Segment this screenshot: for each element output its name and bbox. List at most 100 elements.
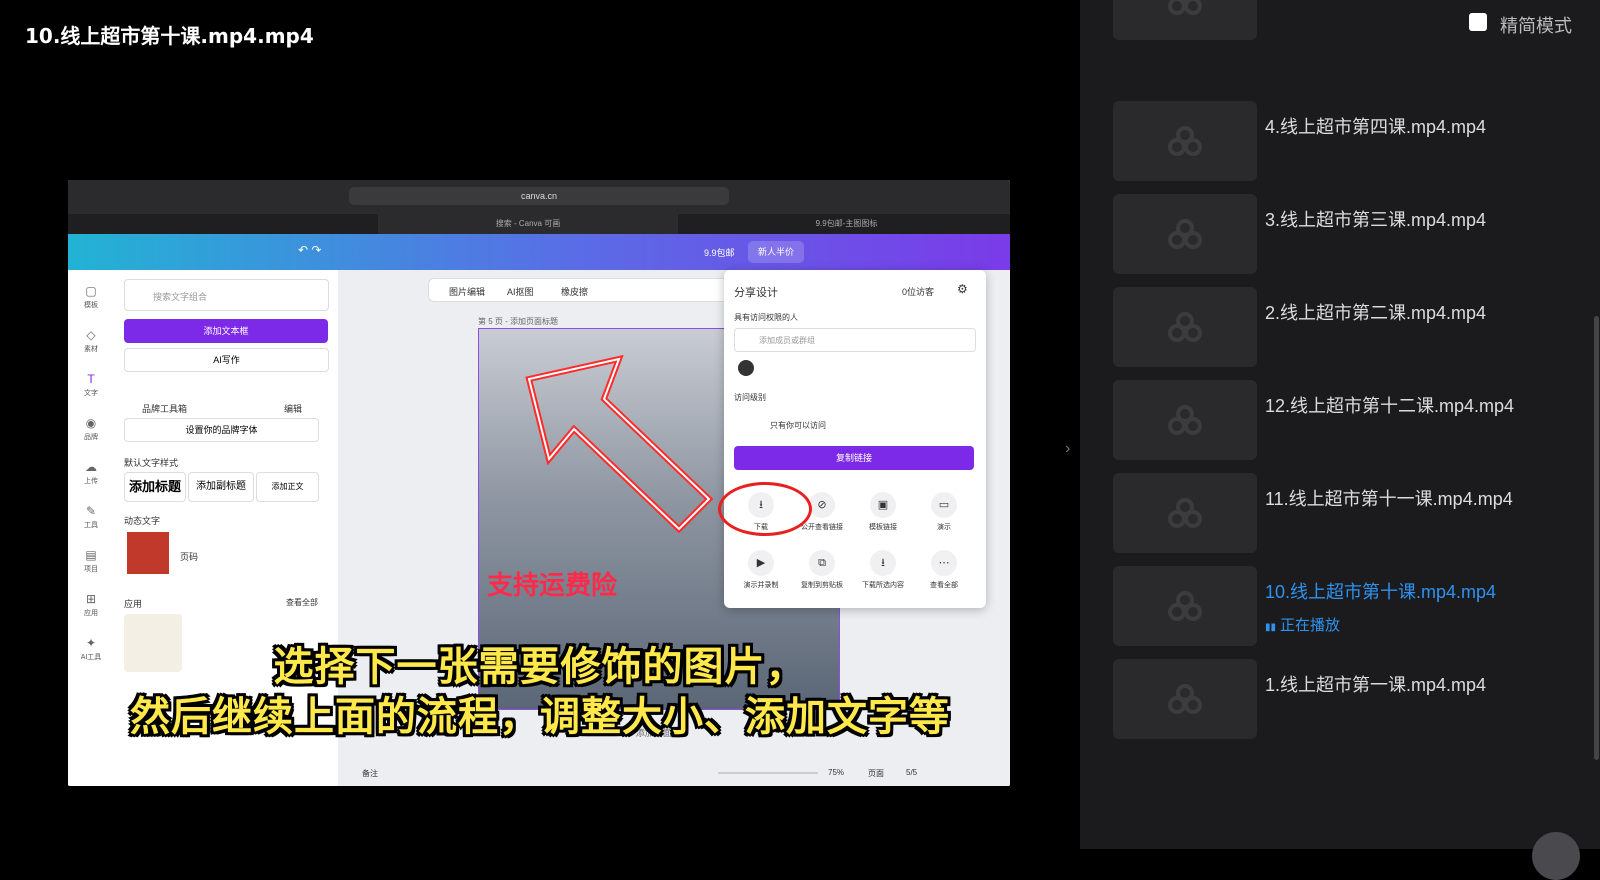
episode-thumbnail [1113, 0, 1257, 40]
eraser-tool: 橡皮擦 [561, 287, 589, 297]
equalizer-icon: ▮▮ [1265, 622, 1277, 633]
rail-apps: ⊞ 应用 [84, 592, 98, 617]
share-action-icon: ⭳ [870, 550, 896, 576]
episode-thumbnail [1113, 287, 1257, 367]
episode-thumbnail [1113, 194, 1257, 274]
episode-title: 11.线上超市第十一课.mp4.mp4 [1265, 489, 1513, 509]
red-highlight-circle [718, 482, 812, 536]
episode-title: 4.线上超市第四课.mp4.mp4 [1265, 117, 1487, 137]
placeholder-logo-icon [1168, 312, 1202, 342]
share-dialog: 分享设计 0位访客 ⚙ 具有访问权限的人 添加成员或群组 访问级别 只有你可以访… [718, 270, 986, 608]
episode-item[interactable]: 12.线上超市第十二课.mp4.mp4 [1113, 380, 1578, 460]
episode-thumbnail [1113, 380, 1257, 460]
zoom-slider [718, 772, 818, 774]
image-edit-tool: 图片编辑 [449, 287, 486, 297]
add-subheading: 添加副标题 [188, 472, 254, 502]
rail-projects: ▤ 项目 [84, 548, 98, 573]
share-action-icon: ⧉ [809, 550, 835, 576]
share-action: ⭳ 下载所选内容 [852, 550, 914, 590]
add-body: 添加正文 [256, 472, 319, 502]
settings-icon: ⚙ [957, 282, 968, 296]
episode-thumbnail [1113, 101, 1257, 181]
episode-thumbnail [1113, 566, 1257, 646]
rail-tools: ✎ 工具 [84, 504, 98, 529]
new-user-badge: 新人半价 [748, 241, 805, 263]
share-action: ▶ 演示并录制 [730, 550, 792, 590]
pages-label: 页面 [868, 769, 884, 778]
undo-icon: ↶ ↷ [298, 243, 322, 257]
canva-topbar: ↶ ↷ 9.9包邮 新人半价 [68, 234, 1010, 270]
ai-write-button: AI写作 [124, 348, 329, 372]
avatar [738, 360, 754, 376]
browser-tab: 搜索 - Canva 可画 [378, 214, 678, 234]
page-title-label: 第 5 页 - 添加页面标题 [478, 317, 559, 326]
share-action-icon: ⋯ [931, 550, 957, 576]
share-action-label: 模板链接 [869, 524, 897, 531]
subtitle-line-2: 然后继续上面的流程，调整大小、添加文字等 [130, 694, 950, 740]
placeholder-logo-icon [1168, 684, 1202, 714]
episode-title: 3.线上超市第三课.mp4.mp4 [1265, 210, 1487, 230]
rail-templates: ▢ 模板 [84, 284, 98, 309]
brand-edit-link: 编辑 [284, 404, 303, 414]
page-number-label: 页码 [180, 552, 199, 562]
share-action-label: 下载所选内容 [862, 582, 904, 589]
episode-sidebar: ‹ 选集 精简模式 4.线上超市第四课.mp4.mp43.线上超市第三课.mp4… [1080, 0, 1600, 849]
brand-kit-label: 品牌工具箱 [142, 404, 188, 414]
episode-title: 2.线上超市第二课.mp4.mp4 [1265, 303, 1487, 323]
episode-thumbnail [1113, 659, 1257, 739]
episode-title: 10.线上超市第十课.mp4.mp4 [1265, 582, 1497, 602]
share-title: 分享设计 [734, 287, 778, 299]
visitor-count: 0位访客 [902, 287, 935, 297]
episode-item[interactable]: 3.线上超市第三课.mp4.mp4 [1113, 194, 1578, 274]
share-action-icon: ▶ [748, 550, 774, 576]
browser-toolbar: canva.cn [68, 180, 1010, 214]
browser-tab: 9.9包邮-主图图标 [815, 219, 878, 228]
floating-button[interactable] [1532, 832, 1580, 880]
placeholder-logo-icon [1168, 498, 1202, 528]
episode-thumbnail [1113, 473, 1257, 553]
dynamic-text-label: 动态文字 [124, 516, 161, 526]
rail-upload: ☁ 上传 [84, 460, 98, 485]
scrollbar[interactable] [1594, 316, 1599, 760]
url-bar: canva.cn [349, 187, 729, 205]
video-player[interactable]: 10.线上超市第十课.mp4.mp4 canva.cn 搜索 - Canva 可… [0, 0, 1080, 849]
now-playing-label: 正在播放 [1280, 617, 1341, 634]
placeholder-logo-icon [1168, 405, 1202, 435]
page-count: 5/5 [906, 768, 918, 777]
placeholder-logo-icon [1168, 0, 1202, 15]
share-action-label: 复制到剪贴板 [801, 582, 843, 589]
red-arrow-icon [525, 354, 714, 534]
share-action: ▣ 模板链接 [852, 492, 914, 532]
share-action-label: 查看全部 [930, 582, 958, 589]
share-action-icon: ⊘ [809, 492, 835, 518]
episode-item[interactable] [1113, 0, 1578, 40]
episode-item[interactable]: 4.线上超市第四课.mp4.mp4 [1113, 101, 1578, 181]
video-title: 10.线上超市第十课.mp4.mp4 [25, 24, 314, 48]
share-action: ▭ 演示 [913, 492, 975, 532]
episode-item[interactable]: 10.线上超市第十课.mp4.mp4 ▮▮ 正在播放 [1113, 566, 1578, 646]
episode-title: 1.线上超市第一课.mp4.mp4 [1265, 675, 1487, 695]
access-level-value: 只有你可以访问 [770, 421, 826, 430]
add-heading: 添加标题 [124, 472, 186, 502]
page-number-thumb [127, 532, 169, 574]
ai-cutout-tool: AI抠图 [507, 287, 534, 297]
episode-item[interactable]: 11.线上超市第十一课.mp4.mp4 [1113, 473, 1578, 553]
see-all-link: 查看全部 [286, 598, 318, 607]
copy-link-button: 复制链接 [734, 446, 974, 470]
episode-item[interactable]: 2.线上超市第二课.mp4.mp4 [1113, 287, 1578, 367]
notes-label: 备注 [362, 769, 378, 778]
rail-elements: ◇ 素材 [84, 328, 98, 353]
image-overlay-text: 支持运费险 [487, 571, 618, 601]
browser-tabs: 搜索 - Canva 可画 9.9包邮-主图图标 [68, 214, 1010, 234]
share-action-label: 演示 [937, 524, 951, 531]
rail-text: T 文字 [84, 372, 98, 397]
collapse-sidebar-icon[interactable]: › [1065, 440, 1070, 458]
access-people-label: 具有访问权限的人 [734, 313, 798, 322]
placeholder-logo-icon [1168, 591, 1202, 621]
default-styles-label: 默认文字样式 [124, 458, 179, 468]
placeholder-logo-icon [1168, 126, 1202, 156]
share-action: ⧉ 复制到剪贴板 [791, 550, 853, 590]
share-action-icon: ▣ [870, 492, 896, 518]
episode-item[interactable]: 1.线上超市第一课.mp4.mp4 [1113, 659, 1578, 739]
share-action-label: 演示并录制 [743, 582, 779, 589]
